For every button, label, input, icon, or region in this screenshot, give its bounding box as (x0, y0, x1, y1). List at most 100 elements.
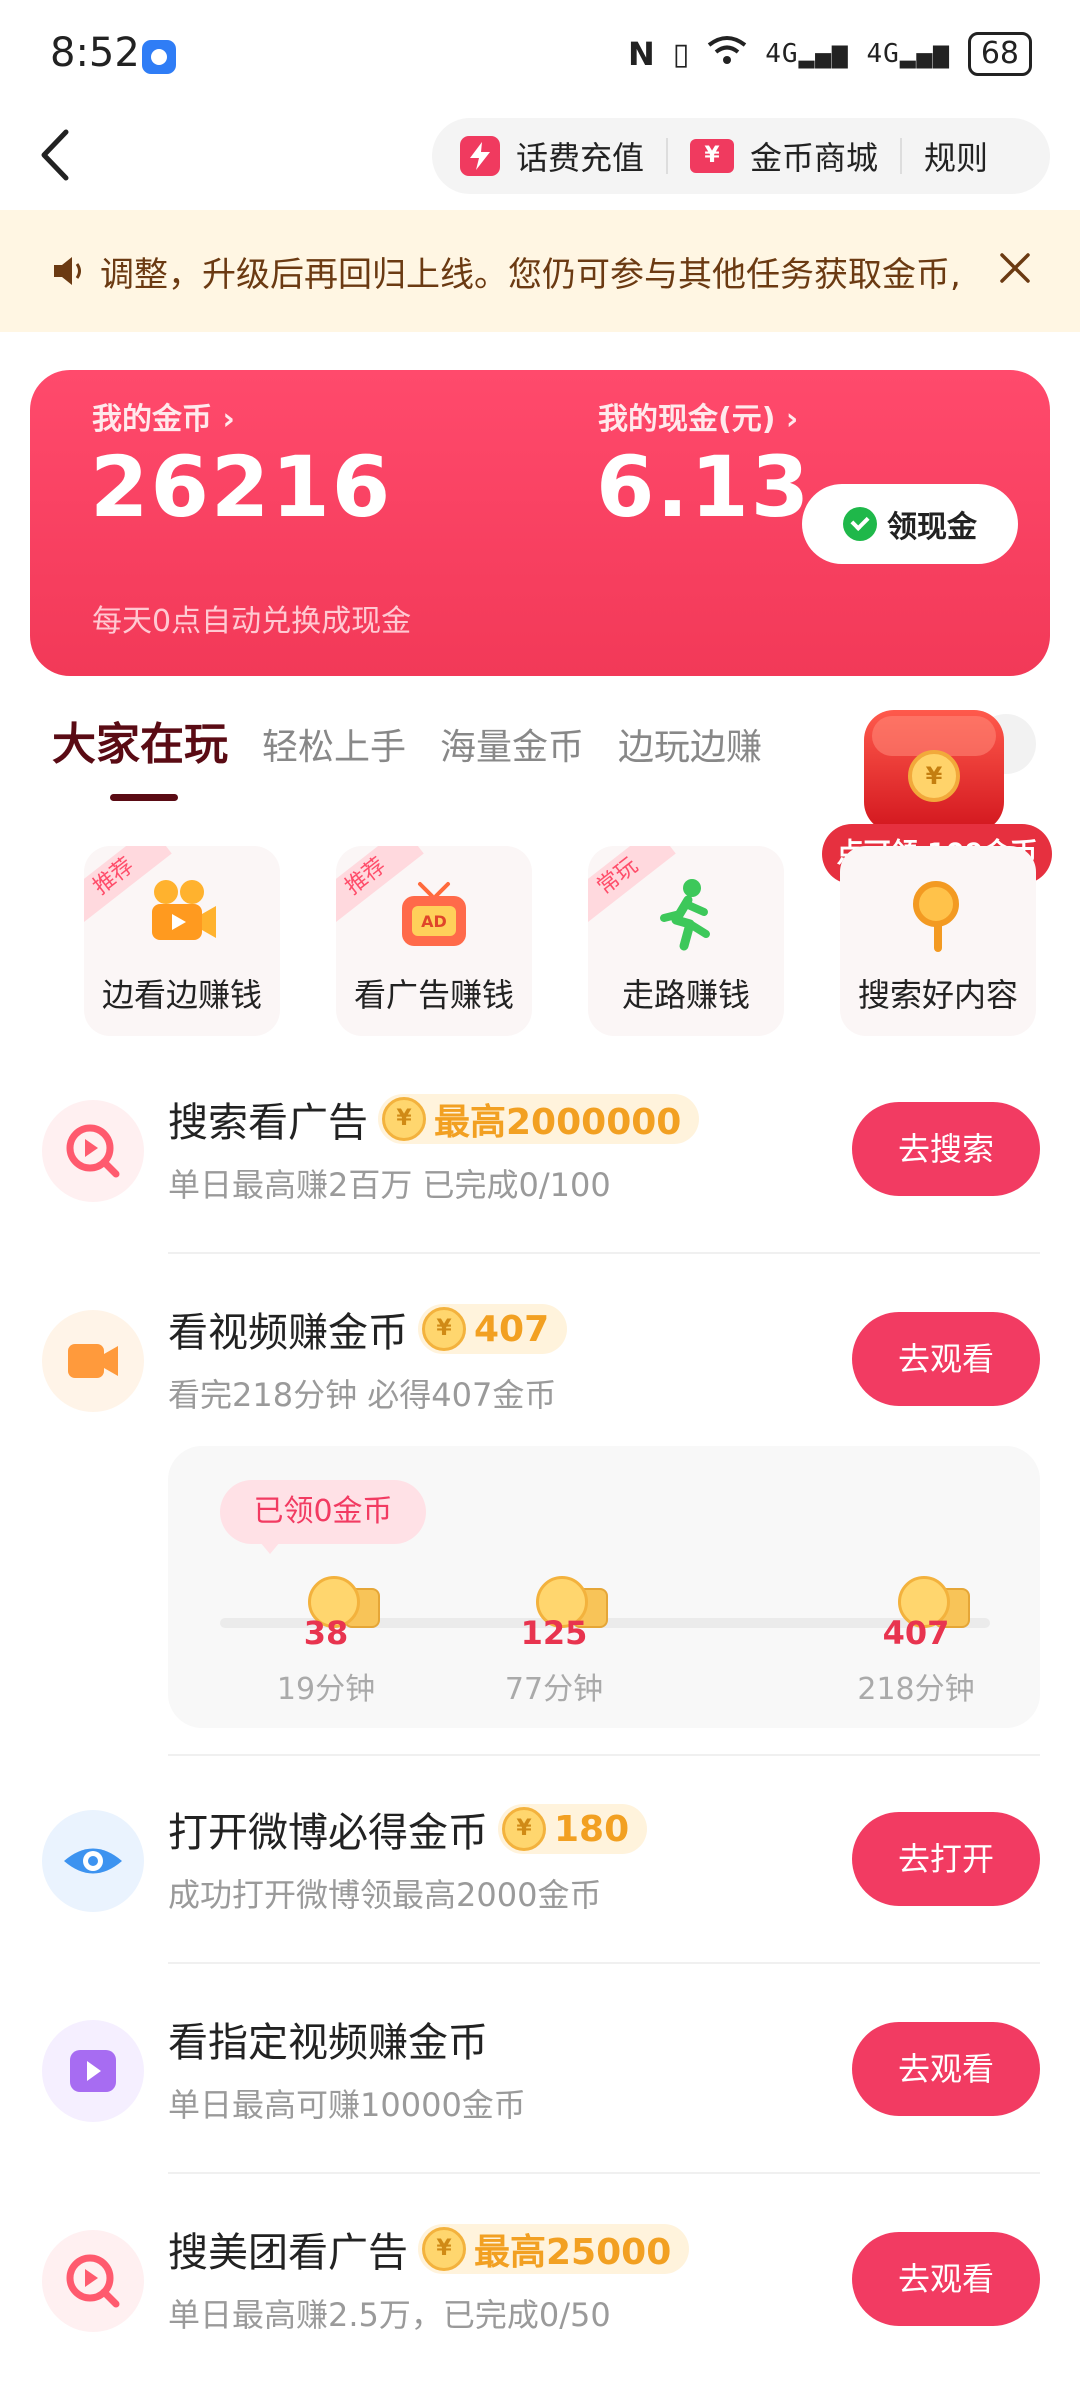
task-subtitle: 单日最高可赚10000金币 (168, 2086, 526, 2124)
tab-everyone-playing[interactable]: 大家在玩 (52, 708, 228, 772)
chevron-right-icon: › (222, 402, 235, 437)
milestone-time: 77分钟 (504, 1672, 604, 1707)
go-watch-button[interactable]: 去观看 (852, 2232, 1040, 2326)
magnifier-icon (913, 881, 959, 952)
my-cash-label: 我的现金(元) (598, 402, 776, 437)
search-play-icon (42, 2230, 144, 2332)
my-coins-label: 我的金币 (92, 402, 212, 437)
wechat-icon (843, 507, 877, 541)
back-button[interactable] (30, 120, 80, 190)
coin-mall-link[interactable]: ¥ 金币商城 (690, 118, 878, 194)
milestone-time: 218分钟 (857, 1672, 975, 1707)
task-title: 打开微博必得金币 180 (168, 1800, 648, 1858)
quick-entry-ads[interactable]: 推荐 AD 看广告赚钱 (336, 846, 532, 1036)
vibrate-icon: ▯ (672, 36, 690, 72)
status-icons: N ▯ 4G▂▄▆ 4G▂▄▆ 68 (628, 32, 1032, 76)
coins-value: 26216 (90, 438, 393, 536)
milestone-coins: 38 (303, 1614, 349, 1652)
tab-massive-coins[interactable]: 海量金币 (440, 718, 584, 770)
task-subtitle: 单日最高赚2百万 已完成0/100 (168, 1166, 611, 1204)
notice-text: 调整，升级后再回归上线。您仍可参与其他任务获取金币, (100, 254, 961, 295)
coin-icon (502, 1807, 546, 1851)
active-tab-indicator (110, 794, 178, 801)
coin-icon: ¥ (908, 750, 960, 802)
divider (900, 138, 903, 174)
svg-text:AD: AD (421, 912, 447, 931)
quick-entry-label: 走路赚钱 (621, 976, 750, 1014)
lightning-icon (460, 136, 500, 176)
coin-icon (382, 1097, 426, 1141)
milestone-time: 19分钟 (276, 1672, 376, 1707)
quick-entry-label: 搜索好内容 (857, 976, 1018, 1014)
eye-icon (42, 1810, 144, 1912)
withdraw-cash-button[interactable]: 领现金 (802, 484, 1018, 564)
go-watch-button[interactable]: 去观看 (852, 1312, 1040, 1406)
wallet-card: 我的金币 › 26216 我的现金(元) › 6.13 领现金 每天0点自动兑换… (30, 370, 1050, 676)
tab-play-and-earn[interactable]: 边玩边赚 (618, 718, 762, 770)
header-links: 话费充值 ¥ 金币商城 规则 (432, 118, 1050, 194)
app-notification-icon (142, 40, 176, 74)
wifi-icon (707, 35, 747, 73)
divider (168, 1754, 1040, 1756)
divider (168, 1962, 1040, 1964)
coin-icon (422, 2227, 466, 2271)
status-time: 8:52 (50, 30, 140, 76)
rules-link[interactable]: 规则 (924, 118, 988, 194)
coin-mall-label: 金币商城 (750, 139, 879, 177)
task-subtitle: 单日最高赚2.5万，已完成0/50 (168, 2296, 611, 2334)
go-open-button[interactable]: 去打开 (852, 1812, 1040, 1906)
reward-badge: 180 (498, 1804, 648, 1854)
go-search-button[interactable]: 去搜索 (852, 1102, 1040, 1196)
my-cash-link[interactable]: 我的现金(元) › (598, 394, 798, 438)
coin-icon (422, 1307, 466, 1351)
close-notice-button[interactable] (998, 246, 1032, 296)
status-bar: 8:52 N ▯ 4G▂▄▆ 4G▂▄▆ 68 (0, 0, 1080, 110)
chevron-right-icon: › (785, 402, 799, 437)
signal-icon: 4G▂▄▆ (765, 39, 849, 69)
speaker-icon (54, 257, 81, 285)
chevron-left-icon (41, 129, 69, 181)
divider (168, 2172, 1040, 2174)
auto-exchange-note: 每天0点自动兑换成现金 (92, 604, 412, 639)
milestone-coins: 125 (520, 1614, 588, 1652)
task-subtitle: 成功打开微博领最高2000金币 (168, 1876, 602, 1914)
nfc-icon: N (627, 35, 655, 73)
quick-entry-watch-earn[interactable]: 推荐 边看边赚钱 (84, 846, 280, 1036)
task-title: 看视频赚金币 407 (168, 1300, 568, 1358)
quick-entry-label: 边看边赚钱 (101, 976, 262, 1014)
task-title: 搜索看广告 最高2000000 (168, 1090, 700, 1148)
tv-ad-icon: AD (402, 882, 466, 946)
signal-icon: 4G▂▄▆ (866, 39, 950, 69)
divider (168, 1252, 1040, 1254)
category-tabs: 大家在玩 轻松上手 海量金币 边玩边赚 (52, 708, 796, 772)
task-title: 搜美团看广告 最高25000 (168, 2220, 690, 2278)
video-icon (42, 1310, 144, 1412)
video-camera-icon (152, 880, 216, 940)
reward-badge: 407 (418, 1304, 568, 1354)
running-person-icon (660, 879, 710, 951)
collected-coins-bubble: 已领0金币 (220, 1480, 426, 1554)
search-play-icon (42, 1100, 144, 1202)
my-coins-link[interactable]: 我的金币 › (92, 394, 235, 438)
quick-entry-label: 看广告赚钱 (353, 976, 514, 1014)
reward-badge: 最高2000000 (378, 1094, 700, 1144)
video-progress-panel: 已领0金币 38 19分钟 125 77分钟 407 218分钟 (168, 1446, 1040, 1728)
play-icon (42, 2020, 144, 2122)
tab-easy-start[interactable]: 轻松上手 (262, 718, 406, 770)
go-watch-button[interactable]: 去观看 (852, 2022, 1040, 2116)
divider (666, 138, 669, 174)
close-icon (1000, 253, 1030, 283)
recharge-link[interactable]: 话费充值 (460, 118, 644, 194)
task-subtitle: 看完218分钟 必得407金币 (168, 1376, 557, 1414)
withdraw-label: 领现金 (887, 510, 977, 545)
cash-value: 6.13 (596, 438, 812, 536)
milestone-coins: 407 (882, 1614, 950, 1652)
rules-label: 规则 (924, 139, 989, 177)
battery-indicator: 68 (967, 32, 1032, 76)
task-title: 看指定视频赚金币 (168, 2020, 488, 2066)
ticket-icon: ¥ (690, 139, 735, 173)
reward-badge: 最高25000 (418, 2224, 690, 2274)
recharge-label: 话费充值 (516, 139, 645, 177)
quick-entry-walk[interactable]: 常玩 走路赚钱 (588, 846, 784, 1036)
quick-entry-search[interactable]: 搜索好内容 (840, 846, 1036, 1036)
